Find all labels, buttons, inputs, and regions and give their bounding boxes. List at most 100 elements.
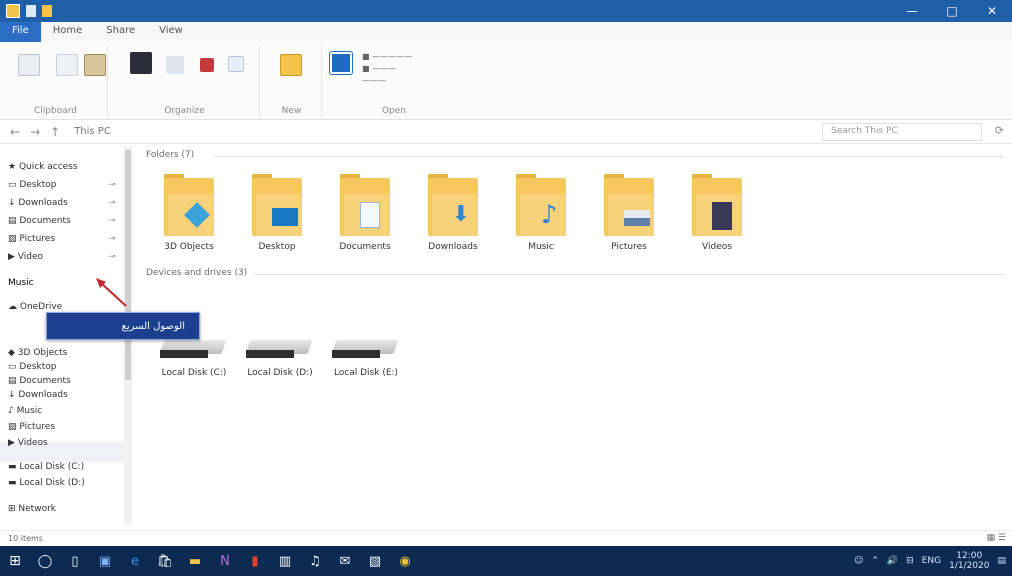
tab-share[interactable]: Share [94, 22, 147, 42]
move-to-button[interactable] [130, 52, 152, 74]
sidebar-item-documents[interactable]: ▤ Documents ⊸ [8, 216, 116, 226]
taskbar-app-store[interactable]: 🛍 [150, 546, 180, 576]
properties-button[interactable] [329, 51, 353, 75]
taskbar-app-explorer[interactable]: ▬ [180, 546, 210, 576]
taskbar: ⊞ ◯ ▯ ▣ e 🛍 ▬ N ▮ ▥ ♫ ✉ ▧ ◉ ☺ ⌃ 🔊 ⊟ ENG … [0, 546, 1012, 576]
sidebar-item-label: Downloads [18, 390, 68, 400]
folders-section-header[interactable]: Folders (7) [146, 150, 194, 160]
up-button[interactable]: ↑ [50, 125, 60, 139]
sidebar-item-label: 3D Objects [17, 348, 68, 358]
refresh-icon[interactable]: ⟳ [995, 124, 1004, 137]
sidebar-item-local-disk-c[interactable]: ▬ Local Disk (C:) [8, 462, 84, 472]
sidebar-item-label: Pictures [19, 422, 56, 432]
tab-file[interactable]: File [0, 22, 41, 42]
people-icon[interactable]: ☺ [854, 556, 863, 566]
sidebar-item-3d-objects[interactable]: ◆ 3D Objects [8, 348, 67, 358]
pin-icon: ⊸ [108, 216, 116, 226]
sidebar-item-desktop[interactable]: ▭ Desktop ⊸ [8, 180, 116, 190]
taskbar-app-1[interactable]: ▣ [90, 546, 120, 576]
sidebar-item-music-pc[interactable]: ♪ Music [8, 406, 42, 416]
scrollbar-thumb[interactable] [125, 150, 131, 380]
paste-icon [84, 54, 106, 76]
minimize-button[interactable]: — [892, 0, 932, 22]
sidebar-item-local-disk-d[interactable]: ▬ Local Disk (D:) [8, 478, 85, 488]
sidebar-item-quick-access[interactable]: ★ Quick access [8, 162, 78, 172]
open-button[interactable]: ■ ————— [362, 52, 412, 61]
folder-desktop[interactable]: Desktop [242, 172, 312, 262]
pin-button[interactable] [18, 54, 40, 76]
taskbar-app-onenote[interactable]: N [210, 546, 240, 576]
paste-button[interactable] [84, 54, 106, 76]
edit-button[interactable]: ■ ——— [362, 64, 396, 73]
taskbar-app-chrome[interactable]: ◉ [390, 546, 420, 576]
sidebar-item-label: OneDrive [19, 302, 63, 312]
network-icon[interactable]: ⊟ [906, 556, 914, 566]
drive-label: Local Disk (D:) [247, 368, 313, 378]
start-button[interactable]: ⊞ [0, 546, 30, 576]
search-button[interactable]: ◯ [30, 546, 60, 576]
folder-music[interactable]: ♪ Music [506, 172, 576, 262]
forward-button[interactable]: → [30, 125, 40, 139]
tab-view[interactable]: View [147, 22, 195, 42]
folder-icon [6, 4, 20, 18]
path-breadcrumb[interactable]: This PC [74, 126, 111, 137]
taskbar-app-tiles[interactable]: ▥ [270, 546, 300, 576]
copy-button[interactable] [56, 54, 78, 76]
language-indicator[interactable]: ENG [922, 556, 941, 566]
content-area: Folders (7) 3D Objects Desktop Documents… [134, 144, 1012, 530]
view-toggle-icons[interactable]: ▦ ☰ [987, 533, 1006, 543]
sidebar-item-pictures[interactable]: ▨ Pictures ⊸ [8, 234, 116, 244]
sidebar-item-label: Music [8, 278, 34, 288]
drives-section-header[interactable]: Devices and drives (3) [146, 268, 247, 278]
sidebar-item-video[interactable]: ▶ Video ⊸ [8, 252, 116, 262]
tab-home[interactable]: Home [41, 22, 95, 42]
volume-icon[interactable]: 🔊 [887, 556, 898, 566]
chrome-icon: ◉ [399, 553, 411, 569]
sidebar-item-pictures-pc[interactable]: ▨ Pictures [8, 422, 55, 432]
back-button[interactable]: ← [10, 125, 20, 139]
annotation-tooltip: الوصول السريع [46, 312, 200, 340]
copy-to-button[interactable] [166, 56, 184, 74]
folder-pictures[interactable]: Pictures [594, 172, 664, 262]
chevron-up-icon[interactable]: ⌃ [871, 556, 879, 566]
drive-c[interactable]: Local Disk (C:) [152, 332, 236, 392]
folder-downloads[interactable]: ⬇ Downloads [418, 172, 488, 262]
history-button[interactable]: ——— [362, 76, 386, 85]
drive-label: Local Disk (C:) [161, 368, 227, 378]
taskbar-app-mail[interactable]: ✉ [330, 546, 360, 576]
drive-e[interactable]: Local Disk (E:) [324, 332, 408, 392]
maximize-button[interactable]: □ [932, 0, 972, 22]
taskbar-app-headphones[interactable]: ♫ [300, 546, 330, 576]
clock[interactable]: 12:00 1/1/2020 [949, 551, 989, 571]
taskbar-app-office[interactable]: ▮ [240, 546, 270, 576]
sidebar-item-videos-pc[interactable]: ▶ Videos [8, 438, 48, 448]
tiles-icon: ▥ [278, 553, 292, 569]
sidebar-item-onedrive[interactable]: ☁ OneDrive [8, 302, 62, 312]
drive-d[interactable]: Local Disk (D:) [238, 332, 322, 392]
rename-icon [228, 56, 244, 72]
delete-button[interactable] [200, 58, 214, 72]
sidebar-item-network[interactable]: ⊞ Network [8, 504, 56, 514]
system-tray: ☺ ⌃ 🔊 ⊟ ENG 12:00 1/1/2020 ▤ [854, 546, 1006, 576]
taskbar-app-edge[interactable]: e [120, 546, 150, 576]
folder-videos[interactable]: Videos [682, 172, 752, 262]
notifications-icon[interactable]: ▤ [997, 556, 1006, 566]
folder-label: Videos [702, 242, 732, 252]
new-folder-button[interactable] [280, 54, 302, 76]
sidebar-item-documents-pc[interactable]: ▤ Documents [8, 376, 71, 386]
sidebar-item-desktop-pc[interactable]: ▭ Desktop [8, 362, 57, 372]
task-view-button[interactable]: ▯ [60, 546, 90, 576]
section-divider [214, 156, 1004, 157]
quick-access-toolbar-newfolder-icon[interactable] [42, 5, 52, 17]
folder-3d-objects[interactable]: 3D Objects [154, 172, 224, 262]
sidebar-item-downloads[interactable]: ↓ Downloads ⊸ [8, 198, 116, 208]
close-button[interactable]: ✕ [972, 0, 1012, 22]
taskbar-app-photos[interactable]: ▧ [360, 546, 390, 576]
sidebar-item-downloads-pc[interactable]: ↓ Downloads [8, 390, 68, 400]
ribbon-group-clipboard: Clipboard [4, 46, 108, 118]
folder-documents[interactable]: Documents [330, 172, 400, 262]
sidebar-item-music[interactable]: Music [8, 278, 34, 288]
search-input[interactable]: Search This PC [822, 123, 982, 141]
rename-button[interactable] [228, 56, 244, 72]
quick-access-toolbar-properties-icon[interactable] [26, 5, 36, 17]
